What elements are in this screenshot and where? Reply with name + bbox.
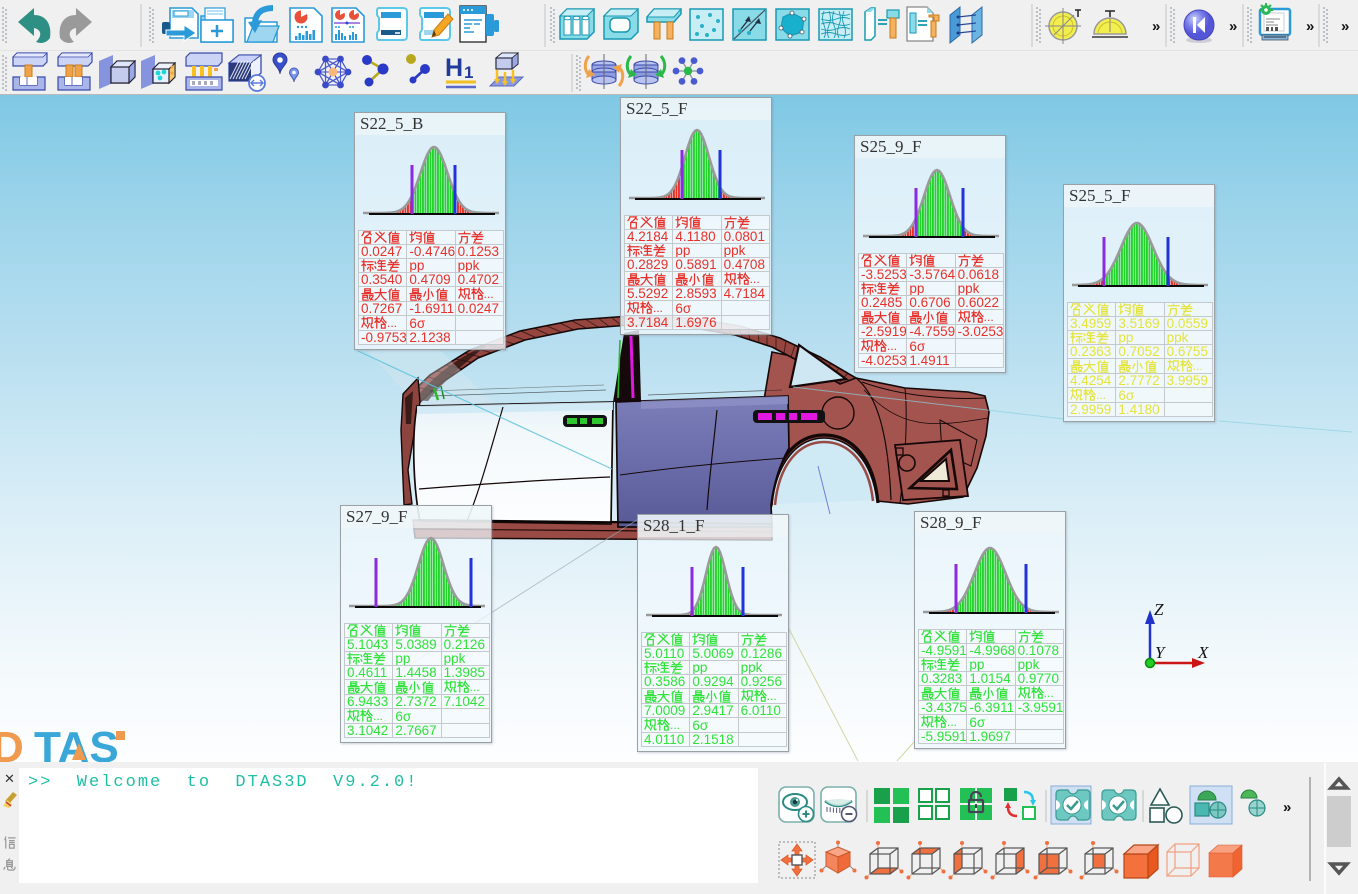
svg-text:»: » [1283,799,1291,816]
svg-text:✕: ✕ [4,771,15,786]
